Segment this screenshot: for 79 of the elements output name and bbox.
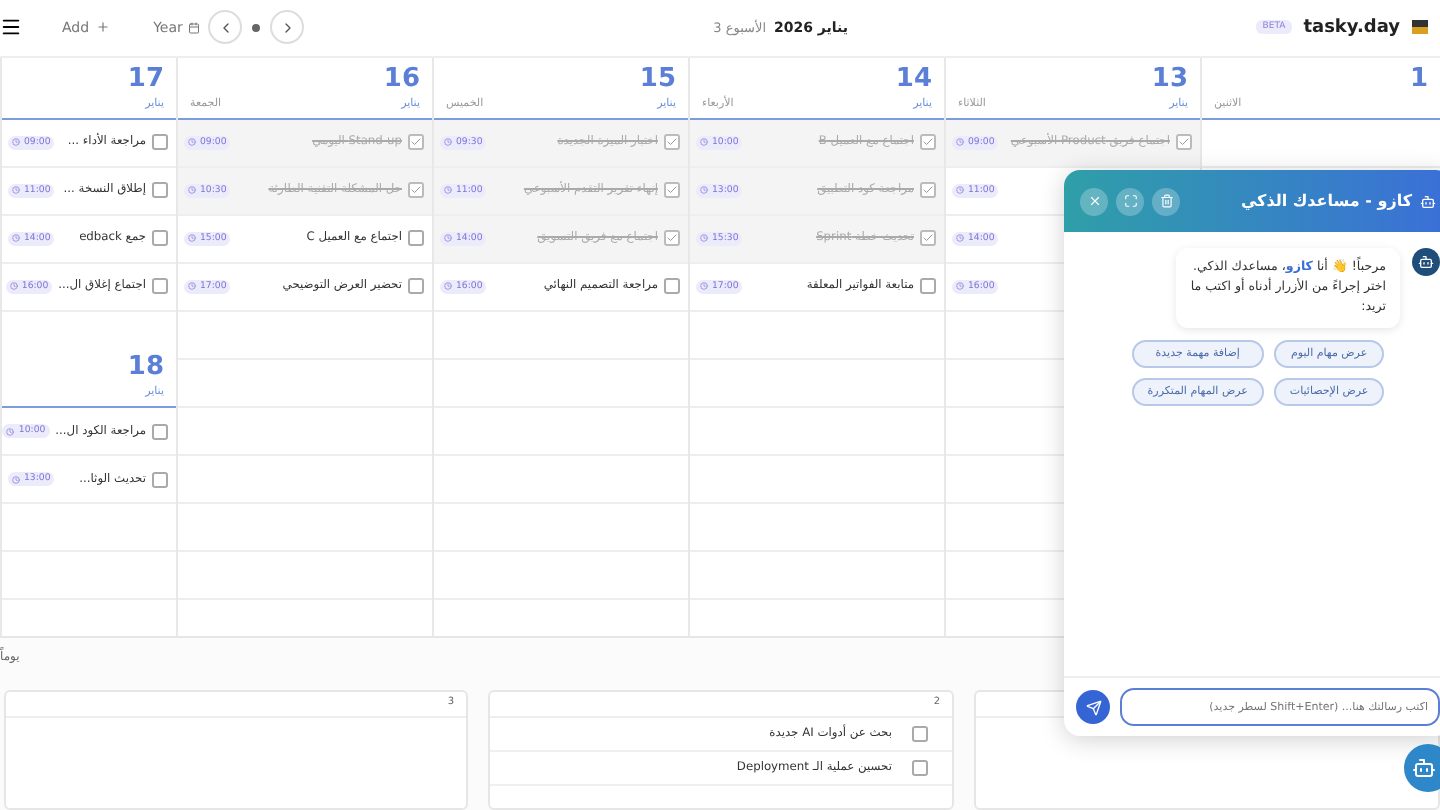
robot-icon — [1418, 254, 1434, 270]
task-checkbox[interactable] — [664, 278, 680, 295]
check-icon — [922, 232, 934, 245]
task-checkbox[interactable] — [664, 230, 680, 247]
calendar-icon — [188, 21, 201, 34]
task-checkbox[interactable] — [1176, 134, 1192, 151]
task-checkbox[interactable] — [912, 726, 928, 742]
plus-icon — [95, 20, 110, 35]
day-number: 1 — [1409, 63, 1428, 98]
task-checkbox[interactable] — [152, 471, 168, 488]
day-number: 15 — [639, 63, 676, 97]
day-number: 17 — [127, 63, 164, 97]
clock-icon — [188, 282, 196, 291]
clock-icon — [12, 475, 20, 484]
chat-title: كازو - مساعدك الذكي — [1238, 192, 1412, 210]
day-number: 16 — [383, 63, 420, 97]
close-button[interactable] — [1080, 187, 1108, 215]
close-icon — [1087, 194, 1101, 208]
clock-icon — [700, 138, 708, 147]
clock-icon — [188, 138, 196, 147]
check-icon — [1178, 136, 1190, 149]
send-button[interactable] — [1076, 690, 1110, 724]
clock-icon — [956, 234, 964, 243]
clear-button[interactable] — [1152, 187, 1180, 215]
task-checkbox[interactable] — [920, 230, 936, 247]
task-checkbox[interactable] — [152, 423, 168, 440]
task-checkbox[interactable] — [664, 182, 680, 199]
task-checkbox[interactable] — [152, 278, 168, 295]
clock-icon — [188, 186, 196, 195]
day-number: 14 — [895, 63, 932, 97]
expand-button[interactable] — [1116, 187, 1144, 215]
clock-icon — [700, 282, 708, 291]
check-icon — [410, 184, 422, 197]
task-checkbox[interactable] — [408, 134, 424, 151]
clock-icon — [956, 282, 964, 291]
check-icon — [666, 136, 678, 149]
check-icon — [410, 136, 422, 149]
robot-icon — [1420, 193, 1436, 209]
clock-icon — [444, 186, 452, 195]
task-checkbox[interactable] — [920, 134, 936, 151]
clock-icon — [12, 234, 20, 243]
next-button[interactable] — [270, 10, 305, 45]
task-checkbox[interactable] — [152, 230, 168, 247]
task-checkbox[interactable] — [152, 182, 168, 199]
trash-icon — [1159, 194, 1173, 208]
day-number: 13 — [1151, 63, 1188, 97]
check-icon — [666, 232, 678, 245]
send-icon — [1085, 699, 1101, 715]
clock-icon — [700, 234, 708, 243]
brand-name: tasky.day — [1303, 17, 1400, 38]
clock-icon — [444, 138, 452, 147]
task-checkbox[interactable] — [920, 278, 936, 295]
task-checkbox[interactable] — [408, 278, 424, 295]
day-number: 18 — [127, 352, 164, 385]
logo-icon — [1412, 20, 1428, 35]
task-checkbox[interactable] — [920, 182, 936, 199]
check-icon — [922, 184, 934, 197]
check-icon — [666, 184, 678, 197]
check-icon — [922, 136, 934, 149]
task-checkbox[interactable] — [408, 230, 424, 247]
clock-icon — [444, 282, 452, 291]
clock-icon — [956, 186, 964, 195]
clock-icon — [444, 234, 452, 243]
clock-icon — [188, 234, 196, 243]
previous-button[interactable] — [208, 10, 243, 45]
clock-icon — [6, 427, 15, 436]
menu-icon[interactable] — [0, 16, 22, 39]
clock-icon — [9, 282, 18, 291]
task-checkbox[interactable] — [408, 182, 424, 199]
clock-icon — [12, 186, 20, 195]
clock-icon — [12, 138, 20, 147]
task-checkbox[interactable] — [664, 134, 680, 151]
clock-icon — [956, 138, 964, 147]
task-checkbox[interactable] — [152, 134, 168, 151]
task-checkbox[interactable] — [912, 760, 928, 776]
robot-icon — [1412, 756, 1436, 780]
today-dot-icon[interactable] — [252, 23, 261, 32]
clock-icon — [700, 186, 708, 195]
expand-icon — [1123, 194, 1137, 208]
